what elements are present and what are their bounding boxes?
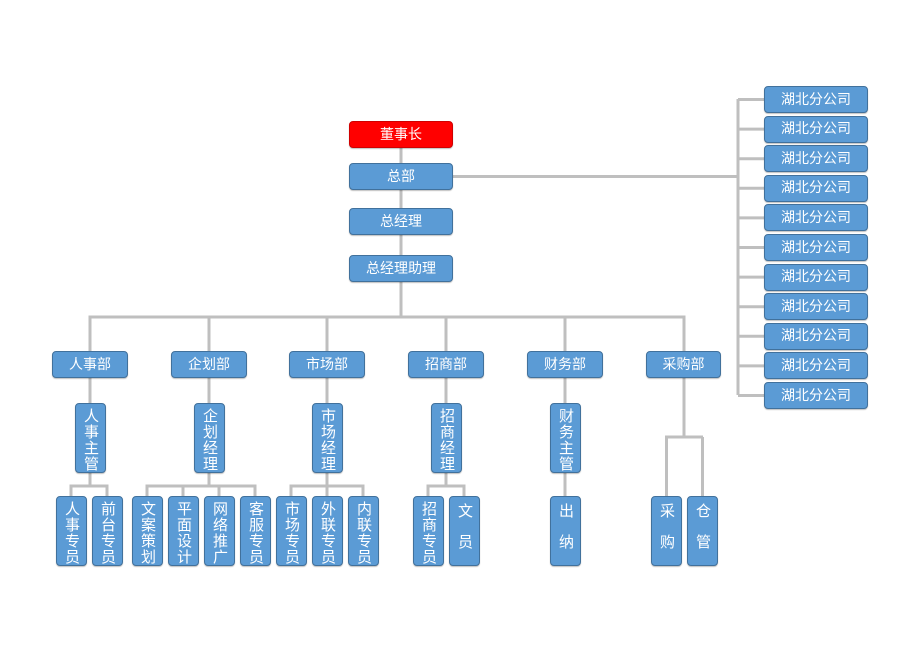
- node-staff-investment-specialist[interactable]: 招商专员: [413, 496, 444, 566]
- node-dept-investment[interactable]: 招商部: [408, 351, 484, 378]
- node-staff-online-promotion[interactable]: 网络推广: [204, 496, 235, 566]
- node-staff-warehouse[interactable]: 仓管: [687, 496, 718, 566]
- node-staff-reception[interactable]: 前台专员: [92, 496, 123, 566]
- node-staff-customer-service[interactable]: 客服专员: [240, 496, 271, 566]
- node-branch-office[interactable]: 湖北分公司: [764, 322, 868, 350]
- node-dept-marketing[interactable]: 市场部: [289, 351, 365, 378]
- node-branch-office[interactable]: 湖北分公司: [764, 263, 868, 291]
- node-branch-office[interactable]: 湖北分公司: [764, 234, 868, 261]
- node-staff-hr-specialist[interactable]: 人事专员: [56, 496, 87, 566]
- node-branch-office[interactable]: 湖北分公司: [764, 115, 868, 143]
- node-headquarters[interactable]: 总部: [349, 163, 453, 190]
- node-branch-office[interactable]: 湖北分公司: [764, 293, 868, 321]
- node-chairman[interactable]: 董事长: [349, 121, 453, 148]
- node-staff-internal-liaison[interactable]: 内联专员: [348, 496, 379, 566]
- node-marketing-manager[interactable]: 市场经理: [312, 403, 343, 473]
- node-staff-external-liaison[interactable]: 外联专员: [312, 496, 343, 566]
- node-dept-planning[interactable]: 企划部: [171, 351, 247, 378]
- node-branch-office[interactable]: 湖北分公司: [764, 382, 868, 409]
- node-investment-manager[interactable]: 招商经理: [431, 403, 462, 473]
- node-branch-office[interactable]: 湖北分公司: [764, 145, 868, 173]
- node-hr-supervisor[interactable]: 人事主管: [75, 403, 106, 473]
- node-dept-purchasing[interactable]: 采购部: [646, 351, 721, 378]
- node-general-manager[interactable]: 总经理: [349, 208, 453, 235]
- node-staff-clerk[interactable]: 文员: [449, 496, 480, 566]
- node-dept-hr[interactable]: 人事部: [52, 351, 128, 378]
- node-gm-assistant[interactable]: 总经理助理: [349, 255, 453, 282]
- node-staff-cashier[interactable]: 出纳: [550, 496, 581, 566]
- node-branch-office[interactable]: 湖北分公司: [764, 86, 868, 113]
- node-staff-marketing-specialist[interactable]: 市场专员: [276, 496, 307, 566]
- node-staff-graphic-design[interactable]: 平面设计: [168, 496, 199, 566]
- node-branch-office[interactable]: 湖北分公司: [764, 174, 868, 202]
- node-finance-supervisor[interactable]: 财务主管: [550, 403, 581, 473]
- node-planning-manager[interactable]: 企划经理: [194, 403, 225, 473]
- node-branch-office[interactable]: 湖北分公司: [764, 204, 868, 232]
- node-dept-finance[interactable]: 财务部: [527, 351, 603, 378]
- node-staff-copywriting[interactable]: 文案策划: [132, 496, 163, 566]
- node-branch-office[interactable]: 湖北分公司: [764, 352, 868, 380]
- node-staff-purchaser[interactable]: 采购: [651, 496, 682, 566]
